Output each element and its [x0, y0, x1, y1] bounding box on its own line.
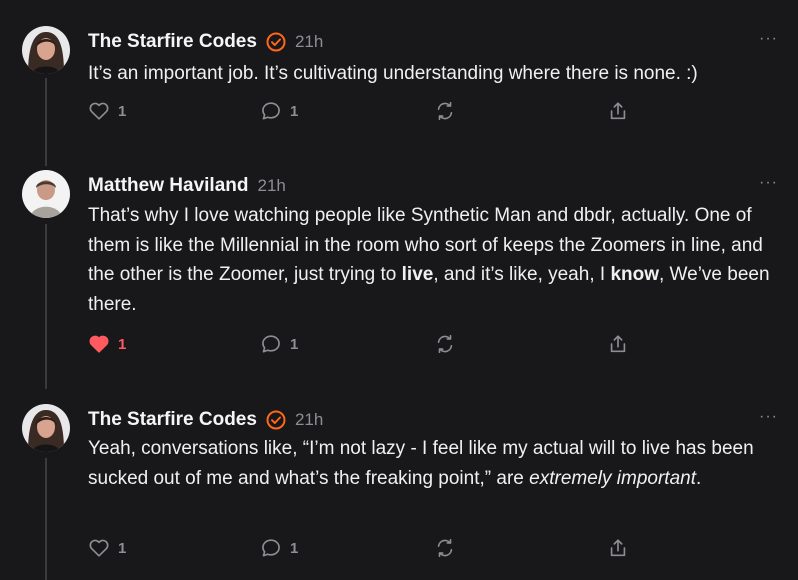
author-name[interactable]: The Starfire Codes — [88, 409, 257, 431]
restack-icon — [434, 537, 456, 559]
timestamp[interactable]: 21h — [295, 410, 323, 430]
post-header: The Starfire Codes 21h — [88, 408, 323, 432]
thread-line — [45, 224, 47, 389]
text-segment: , and it’s like, yeah, I — [433, 264, 611, 285]
comment-icon — [260, 537, 282, 559]
restack-icon — [434, 333, 456, 355]
like-button[interactable]: 1 — [88, 100, 126, 122]
verified-icon — [266, 410, 286, 430]
thread-line — [45, 458, 47, 580]
restack-button[interactable] — [434, 537, 456, 559]
verified-icon — [266, 32, 286, 52]
avatar[interactable] — [22, 170, 70, 218]
share-icon — [607, 100, 629, 122]
comment-button[interactable]: 1 — [260, 537, 298, 559]
text-segment-bold: know — [610, 264, 659, 285]
action-bar: 1 1 — [88, 333, 648, 357]
more-icon[interactable]: ··· — [759, 30, 778, 48]
post-text: Yeah, conversations like, “I’m not lazy … — [88, 434, 788, 493]
action-bar: 1 1 — [88, 537, 648, 561]
comment-icon — [260, 100, 282, 122]
thread-line — [45, 78, 47, 166]
timestamp[interactable]: 21h — [257, 176, 285, 196]
author-name[interactable]: Matthew Haviland — [88, 175, 248, 197]
comment-icon — [260, 333, 282, 355]
share-button[interactable] — [607, 333, 629, 355]
comment-button[interactable]: 1 — [260, 100, 298, 122]
comment-count: 1 — [290, 102, 299, 120]
more-icon[interactable]: ··· — [759, 408, 778, 426]
restack-icon — [434, 100, 456, 122]
text-segment-italic: extremely important — [529, 467, 696, 489]
heart-icon — [88, 333, 110, 355]
post-text: That’s why I love watching people like S… — [88, 201, 788, 319]
share-icon — [607, 537, 629, 559]
like-count: 1 — [118, 335, 127, 353]
post-text: It’s an important job. It’s cultivating … — [88, 59, 788, 89]
share-icon — [607, 333, 629, 355]
text-segment: . — [695, 467, 702, 489]
comment-count: 1 — [290, 539, 299, 557]
heart-icon — [88, 537, 110, 559]
avatar[interactable] — [22, 26, 70, 74]
text-segment-bold: live — [401, 264, 434, 285]
comment-count: 1 — [290, 335, 299, 353]
restack-button[interactable] — [434, 333, 456, 355]
like-count: 1 — [118, 102, 127, 120]
share-button[interactable] — [607, 537, 629, 559]
timestamp[interactable]: 21h — [295, 32, 323, 52]
post-header: The Starfire Codes 21h — [88, 30, 323, 54]
heart-icon — [88, 100, 110, 122]
restack-button[interactable] — [434, 100, 456, 122]
share-button[interactable] — [607, 100, 629, 122]
action-bar: 1 1 — [88, 100, 648, 124]
post-header: Matthew Haviland 21h — [88, 174, 286, 198]
like-button[interactable]: 1 — [88, 333, 126, 355]
like-button[interactable]: 1 — [88, 537, 126, 559]
more-icon[interactable]: ··· — [759, 174, 778, 192]
avatar[interactable] — [22, 404, 70, 452]
comment-button[interactable]: 1 — [260, 333, 298, 355]
author-name[interactable]: The Starfire Codes — [88, 31, 257, 53]
like-count: 1 — [118, 539, 127, 557]
text-segment: It’s an important job. It’s cultivating … — [88, 63, 698, 84]
